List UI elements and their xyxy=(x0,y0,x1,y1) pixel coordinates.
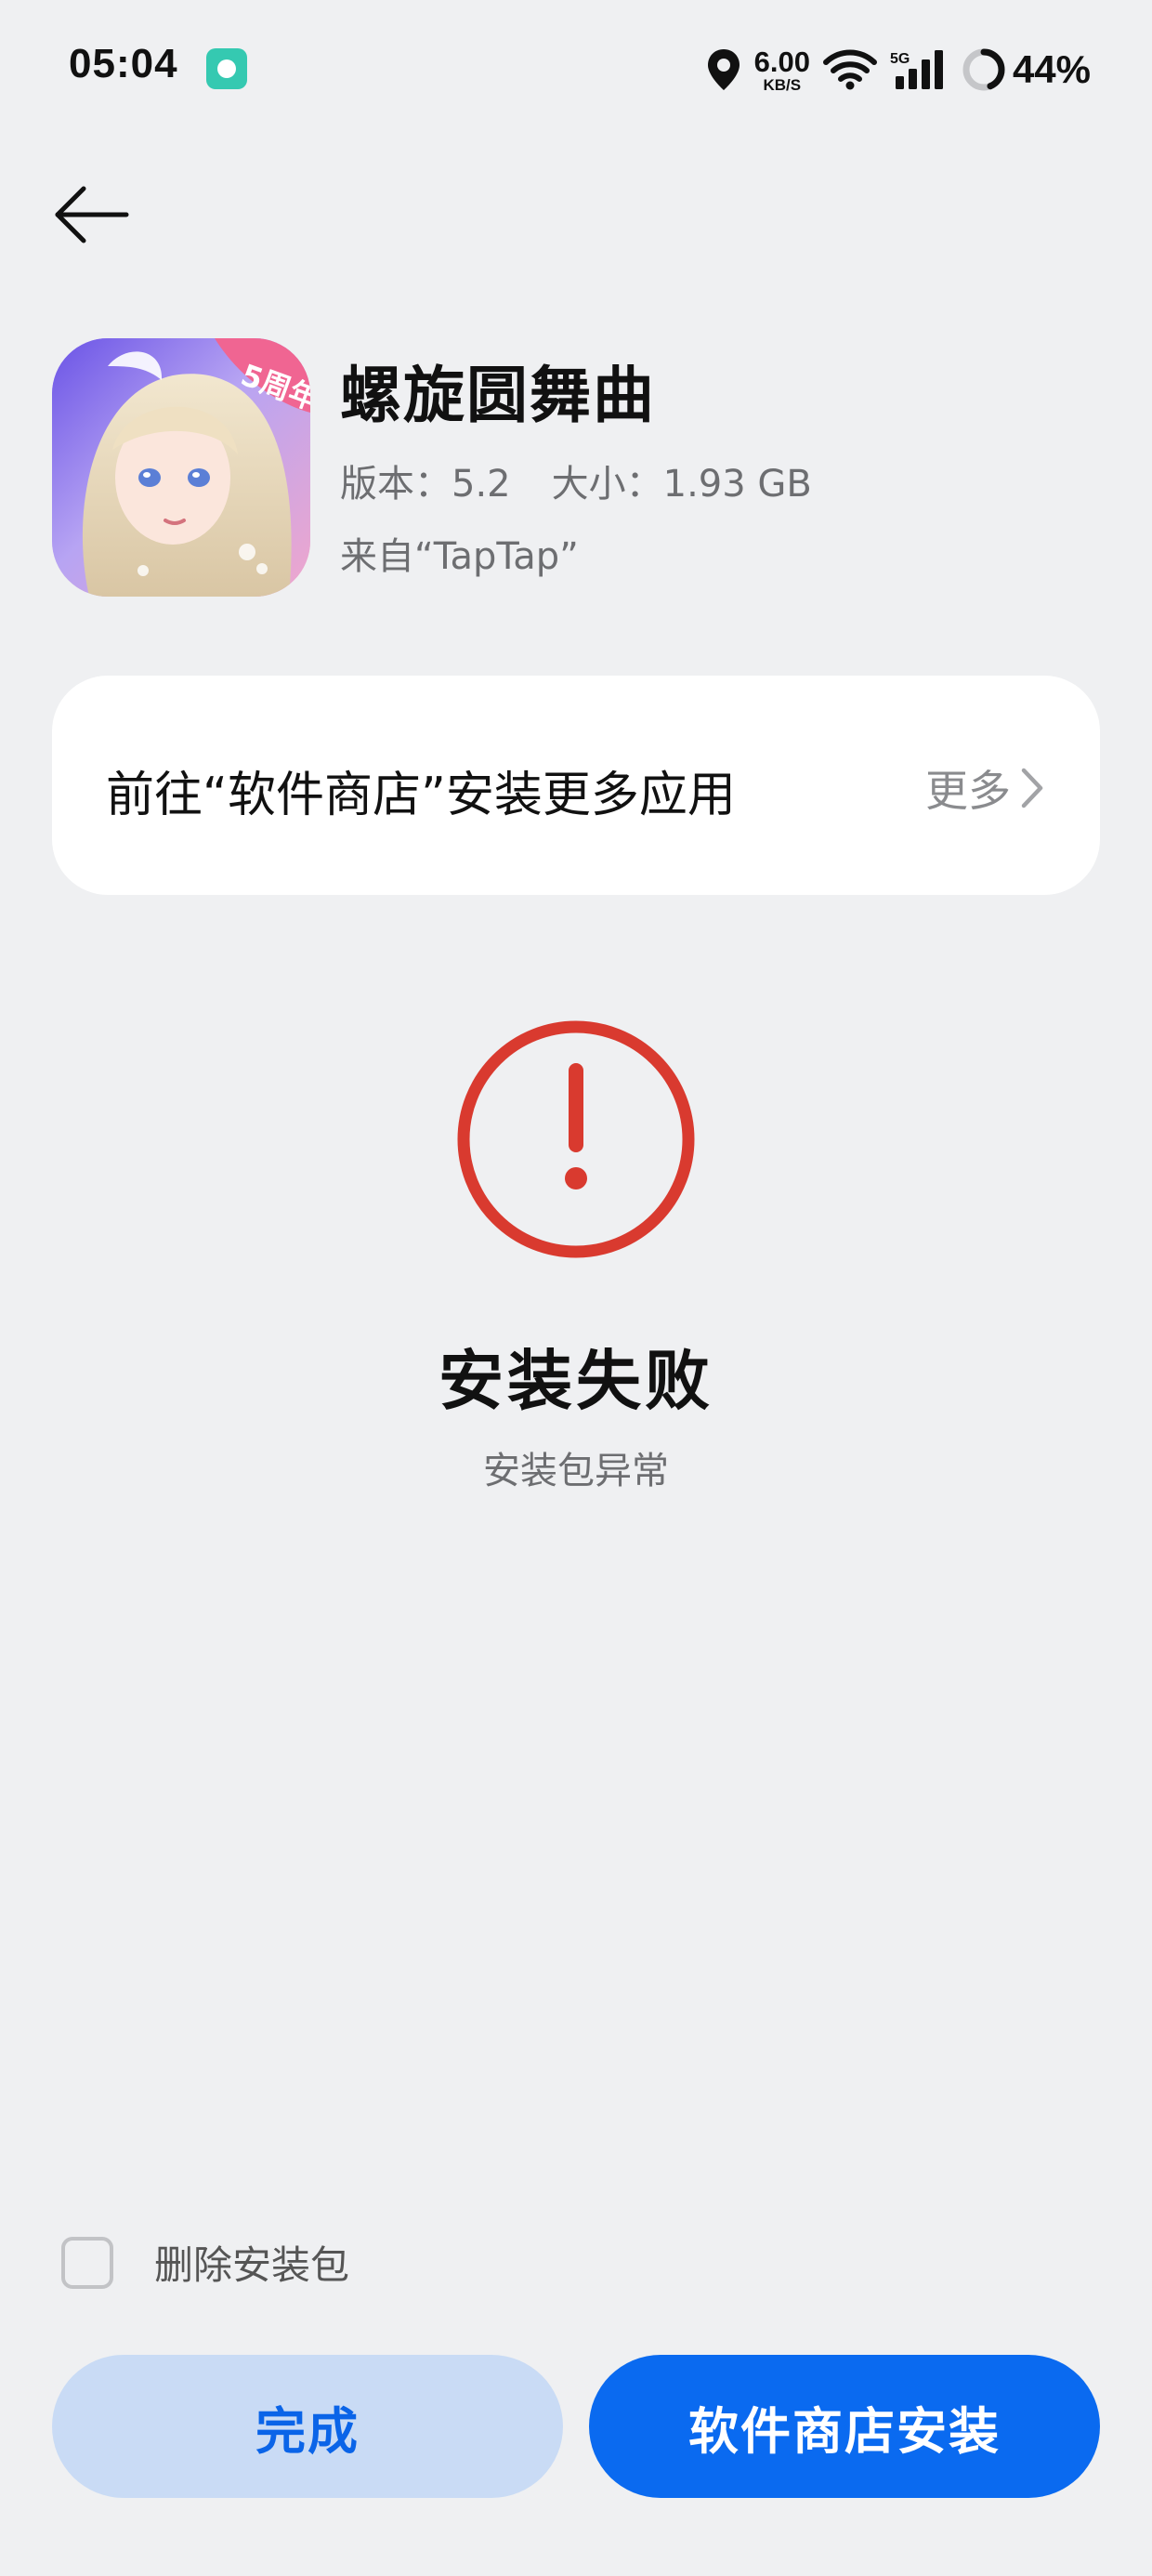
cellular-signal-icon: 5G xyxy=(890,50,943,89)
app-artwork: 5周年 xyxy=(52,338,310,597)
battery-percent: 44% xyxy=(1012,47,1091,91)
delete-package-label: 删除安装包 xyxy=(154,2242,350,2288)
signal-label: 5G xyxy=(890,51,910,67)
error-subtitle: 安装包异常 xyxy=(483,1450,669,1492)
status-bar: 05:04 6.00 KB/S 5G 44% xyxy=(0,0,1152,139)
app-source: 来自“TapTap” xyxy=(340,535,579,578)
wifi-icon xyxy=(822,49,877,90)
error-alert-icon xyxy=(457,1020,695,1258)
back-button[interactable] xyxy=(52,182,130,247)
notification-app-icon xyxy=(206,48,247,89)
store-install-button[interactable]: 软件商店安装 xyxy=(589,2355,1100,2498)
chevron-right-icon xyxy=(1021,768,1043,808)
battery-ring-icon xyxy=(962,48,1005,91)
done-button[interactable]: 完成 xyxy=(52,2355,563,2498)
more-label: 更多 xyxy=(925,766,1011,816)
app-version: 版本：5.2 xyxy=(340,463,511,506)
app-meta: 版本：5.2 大小：1.93 GB xyxy=(340,453,812,507)
app-name: 螺旋圆舞曲 xyxy=(340,360,656,431)
network-speed-value: 6.00 xyxy=(753,45,810,78)
arrow-left-icon xyxy=(55,186,129,243)
store-card-more[interactable]: 更多 xyxy=(925,757,1048,819)
network-speed: 6.00 KB/S xyxy=(754,47,810,93)
location-icon xyxy=(707,49,740,90)
app-store-card[interactable]: 前往“软件商店”安装更多应用 更多 xyxy=(52,676,1100,895)
delete-package-option[interactable]: 删除安装包 xyxy=(61,2234,349,2291)
delete-package-checkbox[interactable] xyxy=(61,2236,113,2289)
error-title: 安装失败 xyxy=(439,1343,713,1419)
status-time: 05:04 xyxy=(69,41,178,86)
network-speed-unit: KB/S xyxy=(763,75,802,94)
app-icon: 5周年 xyxy=(52,338,310,597)
app-size: 大小：1.93 GB xyxy=(551,463,812,506)
status-icons: 6.00 KB/S 5G 44% xyxy=(693,37,1091,102)
store-card-label: 前往“软件商店”安装更多应用 xyxy=(106,768,736,823)
